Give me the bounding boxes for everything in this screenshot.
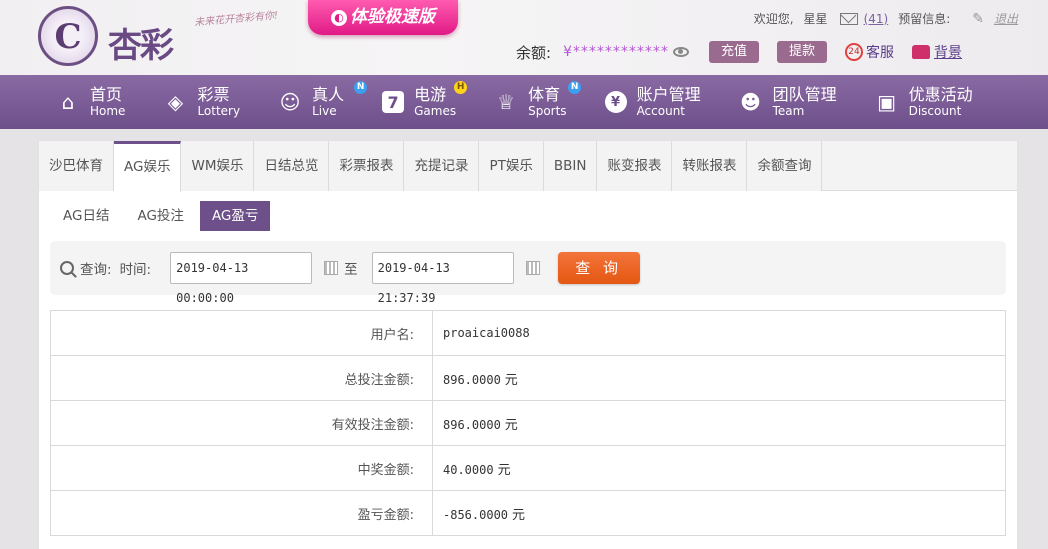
query-label: 查询: xyxy=(80,262,112,278)
nav-home[interactable]: ⌂ 首页 Home xyxy=(56,75,126,129)
tab-deposit-withdraw-records[interactable]: 充提记录 xyxy=(404,141,480,191)
site-logo[interactable]: C 杏彩 xyxy=(38,6,188,68)
mail-icon[interactable] xyxy=(839,12,858,25)
table-row: 用户名: proaicai0088 xyxy=(50,310,1006,356)
end-time-input[interactable]: 2019-04-13 21:37:39 xyxy=(371,252,514,305)
row-label: 用户名: xyxy=(50,310,433,356)
new-badge: N xyxy=(568,81,582,94)
background-link[interactable]: 背景 xyxy=(912,42,962,62)
new-badge: N xyxy=(354,81,368,94)
slogan: 未来花开杏彩有你! xyxy=(193,10,279,29)
row-label: 盈亏金额: xyxy=(50,490,433,536)
to-label: 至 xyxy=(344,262,358,278)
balance-bar: 余额: ¥************ 充值 提款 24 客服 背景 xyxy=(516,39,962,65)
profit-loss-table: 用户名: proaicai0088 总投注金额: 896.0000 元 有效投注金… xyxy=(50,310,1006,536)
nav-sports[interactable]: ♕ 体育 Sports N xyxy=(494,75,582,129)
shirt-icon xyxy=(912,45,931,59)
start-time-input[interactable]: 2019-04-13 00:00:00 xyxy=(170,252,313,305)
account-icon: ¥ xyxy=(604,91,627,113)
report-panel: 沙巴体育 AG娱乐 WM娱乐 日结总览 彩票报表 充提记录 PT娱乐 BBIN … xyxy=(38,140,1018,549)
tab-account-change-report[interactable]: 账变报表 xyxy=(597,141,673,191)
reserve-info-label: 预留信息: xyxy=(898,12,951,26)
balance-value: ¥************ xyxy=(563,44,669,60)
table-row: 盈亏金额: -856.0000 元 xyxy=(50,490,1006,536)
team-icon: ☻ xyxy=(740,90,761,114)
sub-tabs: AG日结 AG投注 AG盈亏 xyxy=(39,201,1017,231)
withdraw-button[interactable]: 提款 xyxy=(777,41,828,63)
user-bar: 欢迎您, 星星 (41) 预留信息: ✎ 退出 xyxy=(754,10,1018,27)
nav-account[interactable]: ¥ 账户管理 Account xyxy=(604,75,701,129)
tab-daily-overview[interactable]: 日结总览 xyxy=(254,141,330,191)
message-count[interactable]: (41) xyxy=(864,12,889,26)
trial-version-button[interactable]: ◐ 体验极速版 xyxy=(308,0,458,35)
row-value: 40.0000 元 xyxy=(432,445,1006,491)
sports-icon: ♕ xyxy=(497,90,516,114)
logo-text: 杏彩 xyxy=(108,26,174,66)
query-bar: 查询: 时间: 2019-04-13 00:00:00 至 2019-04-13… xyxy=(50,241,1006,305)
headset-icon: 24 xyxy=(845,43,864,61)
nav-team[interactable]: ☻ 团队管理 Team xyxy=(739,75,836,129)
tab-pt-entertainment[interactable]: PT娱乐 xyxy=(479,141,544,191)
row-label: 中奖金额: xyxy=(50,445,433,491)
row-value: 896.0000 元 xyxy=(432,400,1006,446)
welcome-label: 欢迎您, xyxy=(753,12,794,26)
games-icon: 7 xyxy=(382,91,405,113)
gift-icon: ▣ xyxy=(877,90,897,114)
subtab-ag-daily[interactable]: AG日结 xyxy=(51,201,121,231)
tab-bbin[interactable]: BBIN xyxy=(543,141,598,191)
trial-icon: ◐ xyxy=(331,10,347,26)
logo-emblem-icon: C xyxy=(38,6,98,66)
row-value: proaicai0088 xyxy=(432,310,1006,356)
calendar-icon[interactable] xyxy=(525,261,540,275)
tab-lottery-report[interactable]: 彩票报表 xyxy=(329,141,405,191)
balance-label: 余额: xyxy=(516,43,552,62)
row-label: 有效投注金额: xyxy=(50,400,433,446)
deposit-button[interactable]: 充值 xyxy=(708,41,759,63)
subtab-ag-profit-loss[interactable]: AG盈亏 xyxy=(199,201,271,231)
username: 星星 xyxy=(803,12,828,26)
row-value: 896.0000 元 xyxy=(432,355,1006,401)
tab-ag-entertainment[interactable]: AG娱乐 xyxy=(114,141,182,192)
table-row: 中奖金额: 40.0000 元 xyxy=(50,445,1006,491)
tab-wm-entertainment[interactable]: WM娱乐 xyxy=(181,141,255,191)
eye-icon[interactable] xyxy=(672,47,689,57)
subtab-ag-bets[interactable]: AG投注 xyxy=(125,201,195,231)
report-tabs: 沙巴体育 AG娱乐 WM娱乐 日结总览 彩票报表 充提记录 PT娱乐 BBIN … xyxy=(39,141,1017,192)
time-label: 时间: xyxy=(119,262,152,278)
logout-link[interactable]: 退出 xyxy=(994,10,1018,27)
main-nav: ⌂ 首页 Home ◈ 彩票 Lottery ☺ 真人 Live N 7 电游 Game… xyxy=(0,75,1048,129)
hot-badge: H xyxy=(454,81,468,94)
query-button[interactable]: 查 询 xyxy=(557,252,640,284)
tab-balance-query[interactable]: 余额查询 xyxy=(747,141,823,191)
customer-service-link[interactable]: 24 客服 xyxy=(845,42,894,62)
edit-icon[interactable]: ✎ xyxy=(972,11,984,27)
calendar-icon[interactable] xyxy=(324,261,339,275)
live-icon: ☺ xyxy=(279,90,301,114)
nav-games[interactable]: 7 电游 Games H xyxy=(382,75,468,129)
header: C 杏彩 未来花开杏彩有你! ◐ 体验极速版 欢迎您, 星星 (41) 预留信息:… xyxy=(0,0,1048,75)
search-icon xyxy=(60,261,74,275)
nav-lottery[interactable]: ◈ 彩票 Lottery xyxy=(163,75,240,129)
row-label: 总投注金额: xyxy=(50,355,433,401)
tab-transfer-report[interactable]: 转账报表 xyxy=(672,141,748,191)
home-icon: ⌂ xyxy=(61,90,75,114)
lottery-icon: ◈ xyxy=(167,90,184,114)
table-row: 有效投注金额: 896.0000 元 xyxy=(50,400,1006,446)
nav-live[interactable]: ☺ 真人 Live N xyxy=(278,75,368,129)
table-row: 总投注金额: 896.0000 元 xyxy=(50,355,1006,401)
nav-discount[interactable]: ▣ 优惠活动 Discount xyxy=(875,75,972,129)
row-value: -856.0000 元 xyxy=(432,490,1006,536)
tab-shaba-sports[interactable]: 沙巴体育 xyxy=(39,141,114,191)
